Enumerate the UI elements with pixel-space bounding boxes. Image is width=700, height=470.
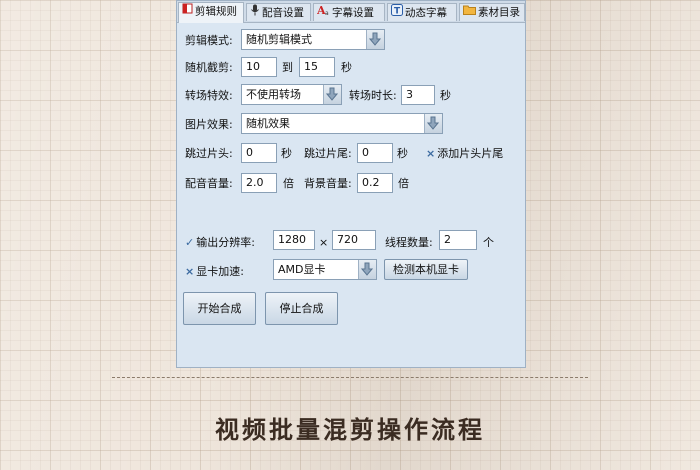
dropdown-arrow-icon[interactable]: [323, 85, 341, 104]
svg-text:a: a: [325, 10, 329, 16]
sec-label: 秒: [440, 89, 451, 102]
threads-label: 线程数量:: [385, 236, 433, 249]
tab-dub-settings[interactable]: 配音设置: [246, 3, 311, 21]
add-head-tail-label: 添加片头片尾: [437, 147, 504, 160]
threads-unit-label: 个: [483, 236, 494, 249]
microphone-icon: [250, 4, 260, 21]
add-head-tail-checkbox[interactable]: × 添加片头片尾: [426, 147, 503, 161]
t-box-icon: T: [391, 4, 403, 21]
text-a-icon: Aa: [316, 4, 330, 21]
gpu-select[interactable]: AMD显卡: [273, 259, 377, 280]
tab-label: 配音设置: [262, 7, 304, 19]
dropdown-arrow-icon[interactable]: [358, 260, 376, 279]
tab-label: 动态字幕: [405, 7, 447, 19]
detect-gpu-button[interactable]: 检测本机显卡: [384, 259, 468, 280]
tab-dynamic-subtitle[interactable]: T 动态字幕: [387, 3, 457, 21]
svg-text:T: T: [394, 7, 401, 17]
bg-volume-input[interactable]: 0.2: [357, 173, 393, 193]
page-title: 视频批量混剪操作流程: [215, 415, 485, 444]
settings-window: 剪辑规则 配音设置 Aa 字幕设置 T 动态字幕 素材目录 剪辑模式: 随机剪辑模式…: [176, 0, 526, 368]
dropdown-arrow-icon[interactable]: [366, 30, 384, 49]
x-label: ×: [319, 236, 329, 249]
resolution-height-input[interactable]: 720: [332, 230, 376, 250]
transition-duration-input[interactable]: 3: [401, 85, 435, 105]
dub-volume-input[interactable]: 2.0: [241, 173, 277, 193]
image-effect-label: 图片效果:: [185, 118, 233, 131]
skip-head-input[interactable]: 0: [241, 143, 277, 163]
times-label: 倍: [398, 177, 409, 190]
gpu-value: AMD显卡: [278, 263, 326, 276]
transition-value: 不使用转场: [246, 88, 301, 101]
skip-head-label: 跳过片头:: [185, 147, 233, 160]
sec-label: 秒: [397, 147, 408, 160]
mode-label: 剪辑模式:: [185, 34, 233, 47]
cross-icon: ×: [426, 147, 436, 160]
mode-value: 随机剪辑模式: [246, 33, 312, 46]
tab-material-dir[interactable]: 素材目录: [459, 3, 525, 21]
dub-volume-label: 配音音量:: [185, 177, 233, 190]
tab-cut-rules[interactable]: 剪辑规则: [178, 2, 244, 23]
random-to-input[interactable]: 15: [299, 57, 335, 77]
gpu-accel-checkbox[interactable]: × 显卡加速:: [185, 265, 244, 279]
resolution-checkbox[interactable]: ✓ 输出分辨率:: [185, 236, 255, 250]
sec-label: 秒: [341, 61, 352, 74]
dropdown-arrow-icon[interactable]: [424, 114, 442, 133]
image-effect-select[interactable]: 随机效果: [241, 113, 443, 134]
random-from-input[interactable]: 10: [241, 57, 277, 77]
stop-synthesis-button[interactable]: 停止合成: [265, 292, 338, 325]
tab-bar: 剪辑规则 配音设置 Aa 字幕设置 T 动态字幕 素材目录: [177, 1, 525, 23]
transition-duration-label: 转场时长:: [349, 89, 397, 102]
cross-icon: ×: [185, 265, 195, 278]
times-label: 倍: [283, 177, 294, 190]
random-cut-label: 随机截剪:: [185, 61, 233, 74]
skip-tail-input[interactable]: 0: [357, 143, 393, 163]
tab-label: 剪辑规则: [195, 5, 237, 18]
red-book-icon: [182, 3, 193, 20]
dashed-divider: [112, 377, 588, 378]
transition-select[interactable]: 不使用转场: [241, 84, 342, 105]
to-label: 到: [282, 61, 293, 74]
skip-tail-label: 跳过片尾:: [304, 147, 352, 160]
tab-label: 字幕设置: [332, 7, 374, 19]
tab-label: 素材目录: [478, 6, 520, 19]
folder-icon: [463, 4, 476, 21]
bg-volume-label: 背景音量:: [304, 177, 352, 190]
tab-subtitle-settings[interactable]: Aa 字幕设置: [313, 3, 385, 21]
checkmark-icon: ✓: [185, 236, 195, 249]
threads-input[interactable]: 2: [439, 230, 477, 250]
image-effect-value: 随机效果: [246, 117, 290, 130]
gpu-accel-label: 显卡加速:: [196, 265, 244, 278]
resolution-width-input[interactable]: 1280: [273, 230, 315, 250]
sec-label: 秒: [281, 147, 292, 160]
start-synthesis-button[interactable]: 开始合成: [183, 292, 256, 325]
mode-select[interactable]: 随机剪辑模式: [241, 29, 385, 50]
transition-label: 转场特效:: [185, 89, 233, 102]
resolution-label: 输出分辨率:: [196, 236, 255, 249]
